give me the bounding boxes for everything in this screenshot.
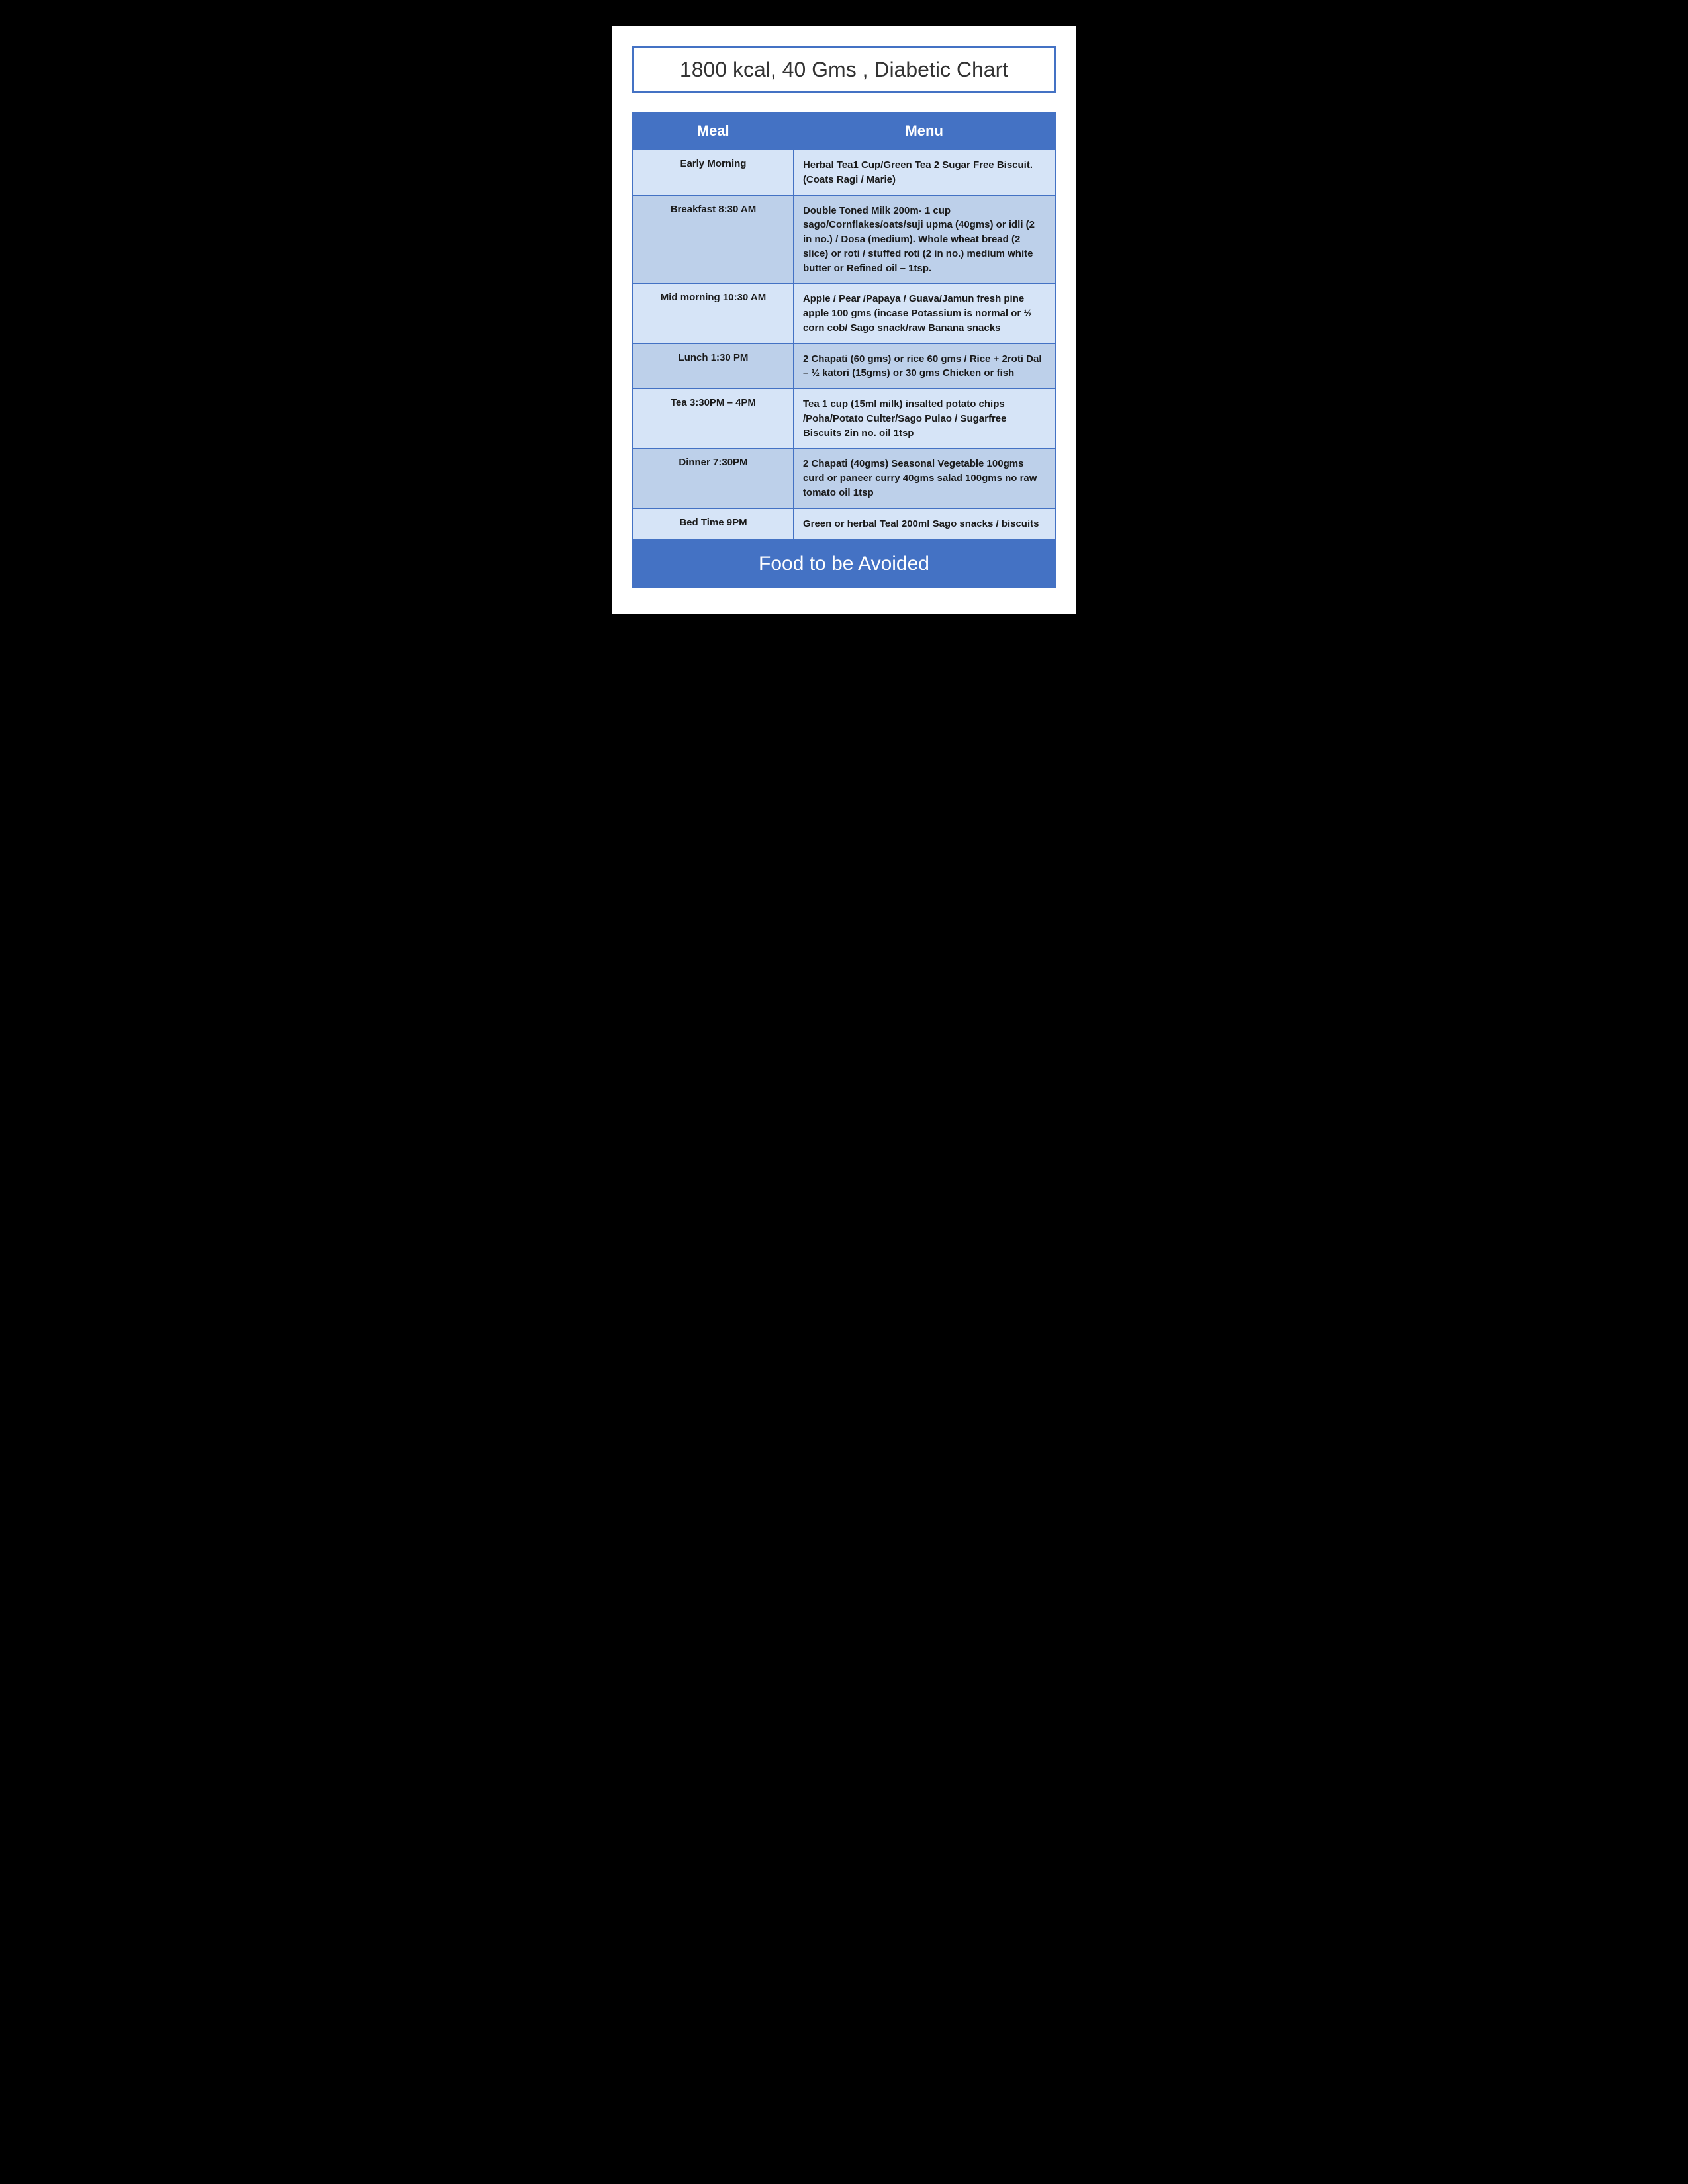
- menu-cell: Double Toned Milk 200m- 1 cup sago/Cornf…: [793, 195, 1055, 284]
- table-row: Mid morning 10:30 AMApple / Pear /Papaya…: [633, 284, 1055, 343]
- table-row: Bed Time 9PMGreen or herbal Teal 200ml S…: [633, 508, 1055, 539]
- footer-box: Food to be Avoided: [632, 540, 1056, 588]
- meal-cell: Bed Time 9PM: [633, 508, 793, 539]
- meal-cell: Breakfast 8:30 AM: [633, 195, 793, 284]
- table-row: Dinner 7:30PM2 Chapati (40gms) Seasonal …: [633, 449, 1055, 508]
- menu-cell: Apple / Pear /Papaya / Guava/Jamun fresh…: [793, 284, 1055, 343]
- menu-cell: 2 Chapati (60 gms) or rice 60 gms / Rice…: [793, 343, 1055, 389]
- table-row: Breakfast 8:30 AMDouble Toned Milk 200m-…: [633, 195, 1055, 284]
- menu-cell: Herbal Tea1 Cup/Green Tea 2 Sugar Free B…: [793, 150, 1055, 195]
- meal-cell: Tea 3:30PM – 4PM: [633, 389, 793, 449]
- page-title: 1800 kcal, 40 Gms , Diabetic Chart: [680, 58, 1008, 81]
- col-meal-header: Meal: [633, 113, 793, 150]
- footer-text: Food to be Avoided: [759, 553, 929, 574]
- table-row: Tea 3:30PM – 4PMTea 1 cup (15ml milk) in…: [633, 389, 1055, 449]
- page-container: 1800 kcal, 40 Gms , Diabetic Chart Meal …: [612, 26, 1076, 614]
- menu-cell: Green or herbal Teal 200ml Sago snacks /…: [793, 508, 1055, 539]
- menu-cell: 2 Chapati (40gms) Seasonal Vegetable 100…: [793, 449, 1055, 508]
- table-header-row: Meal Menu: [633, 113, 1055, 150]
- meal-cell: Dinner 7:30PM: [633, 449, 793, 508]
- col-menu-header: Menu: [793, 113, 1055, 150]
- meal-cell: Mid morning 10:30 AM: [633, 284, 793, 343]
- menu-cell: Tea 1 cup (15ml milk) insalted potato ch…: [793, 389, 1055, 449]
- meal-cell: Early Morning: [633, 150, 793, 195]
- table-row: Early MorningHerbal Tea1 Cup/Green Tea 2…: [633, 150, 1055, 195]
- meal-cell: Lunch 1:30 PM: [633, 343, 793, 389]
- table-row: Lunch 1:30 PM2 Chapati (60 gms) or rice …: [633, 343, 1055, 389]
- meal-table: Meal Menu Early MorningHerbal Tea1 Cup/G…: [632, 112, 1056, 540]
- title-box: 1800 kcal, 40 Gms , Diabetic Chart: [632, 46, 1056, 93]
